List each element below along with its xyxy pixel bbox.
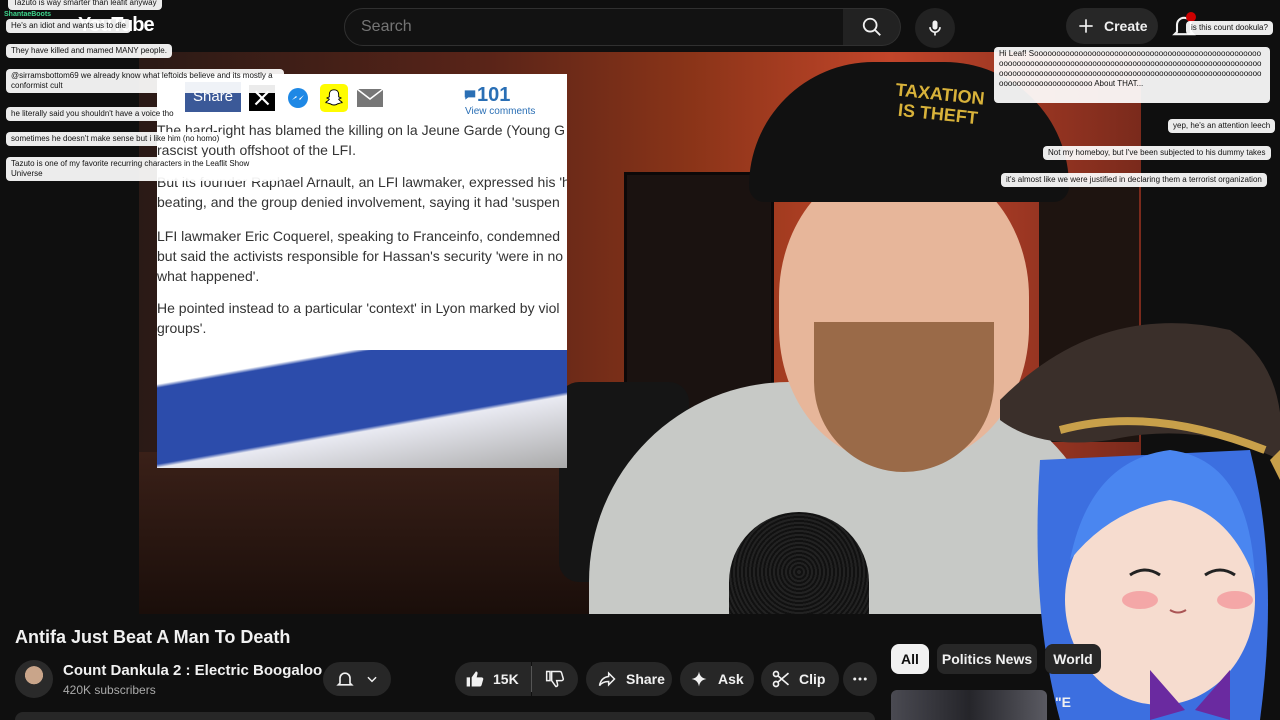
channel-avatar[interactable]	[15, 660, 53, 698]
share-button[interactable]: Share	[586, 662, 672, 696]
comment-bubble-icon	[463, 88, 477, 107]
article-line: He pointed instead to a particular 'cont…	[157, 300, 560, 316]
chat-message: Tazuto is way smarter than leafit anyway	[8, 0, 162, 10]
scissors-icon	[771, 669, 791, 689]
more-horizontal-icon	[851, 670, 869, 688]
chat-message: he literally said you shouldn't have a v…	[6, 107, 179, 121]
recommended-video-thumbnail[interactable]	[891, 690, 1047, 720]
snapchat-icon	[319, 84, 349, 112]
video-title: Antifa Just Beat A Man To Death	[15, 627, 291, 647]
article-line: what happened'.	[157, 268, 260, 284]
bell-icon	[335, 669, 355, 689]
youtube-watch-page: YouTube Create TAXATION IS THEFT	[0, 0, 1280, 720]
chevron-down-icon	[365, 672, 379, 686]
share-label: Share	[626, 671, 665, 687]
thumbs-up-icon	[465, 669, 485, 689]
chat-message: sometimes he doesn't make sense but i li…	[6, 132, 225, 146]
article-line: but said the activists responsible for H…	[157, 248, 564, 264]
chat-message: Not my homeboy, but I've been subjected …	[1043, 146, 1271, 160]
like-count: 15K	[493, 671, 519, 687]
subscriber-count: 420K subscribers	[63, 683, 156, 697]
chat-message: They have killed and mamed MANY people.	[6, 44, 172, 58]
article-comment-label: View comments	[465, 106, 536, 117]
search-input[interactable]	[361, 18, 843, 36]
article-line: beating, and the group denied involvemen…	[157, 194, 560, 210]
clip-label: Clip	[799, 671, 826, 687]
chip-world[interactable]: World	[1045, 644, 1101, 674]
chat-message: it's almost like we were justified in de…	[1001, 173, 1267, 187]
voice-search-button[interactable]	[915, 8, 955, 48]
messenger-icon	[283, 84, 313, 112]
plus-icon	[1079, 19, 1093, 33]
search-box[interactable]	[344, 8, 844, 46]
article-comment-count: 101	[477, 84, 511, 106]
article-image-flag	[157, 350, 567, 468]
search-button[interactable]	[843, 8, 901, 46]
search-icon	[862, 17, 881, 36]
subscribed-notifications-button[interactable]	[323, 662, 391, 696]
chat-message: Tazuto is one of my favorite recurring c…	[6, 157, 282, 181]
microphone-icon	[929, 20, 941, 36]
create-label: Create	[1104, 18, 1148, 34]
chat-message: @sirramsbottom69 we already know what le…	[6, 69, 284, 93]
dislike-button[interactable]	[532, 662, 578, 696]
article-line: LFI lawmaker Eric Coquerel, speaking to …	[157, 228, 561, 244]
create-button[interactable]: Create	[1066, 8, 1158, 44]
share-arrow-icon	[596, 669, 618, 689]
chip-politics-news[interactable]: Politics News	[937, 644, 1037, 674]
recommended-video-title[interactable]: "E	[1055, 694, 1071, 710]
chat-message: yep, he's an attention leech	[1168, 119, 1276, 133]
description-box[interactable]	[15, 712, 875, 720]
vtuber-illustration	[1000, 323, 1280, 720]
channel-name[interactable]: Count Dankula 2 : Electric Boogaloo	[63, 662, 322, 679]
chip-all[interactable]: All	[891, 644, 929, 674]
vtuber-avatar	[1000, 310, 1280, 720]
ask-label: Ask	[718, 671, 744, 687]
chat-message: Hi Leaf! Soooooooooooooooooooooooooooooo…	[994, 47, 1270, 103]
more-actions-button[interactable]	[843, 662, 877, 696]
ask-button[interactable]: Ask	[680, 662, 754, 696]
article-line: groups'.	[157, 320, 207, 336]
thumbs-down-icon	[545, 669, 565, 689]
clip-button[interactable]: Clip	[761, 662, 839, 696]
chat-message: is this count dookula?	[1186, 21, 1273, 35]
email-icon	[355, 84, 385, 112]
like-button[interactable]: 15K	[455, 662, 531, 696]
sparkle-icon	[690, 670, 708, 688]
chat-username: ShantaeBoots	[4, 11, 52, 18]
masthead: YouTube Create	[0, 0, 1280, 52]
chat-message: He's an idiot and wants us to die	[6, 19, 131, 33]
